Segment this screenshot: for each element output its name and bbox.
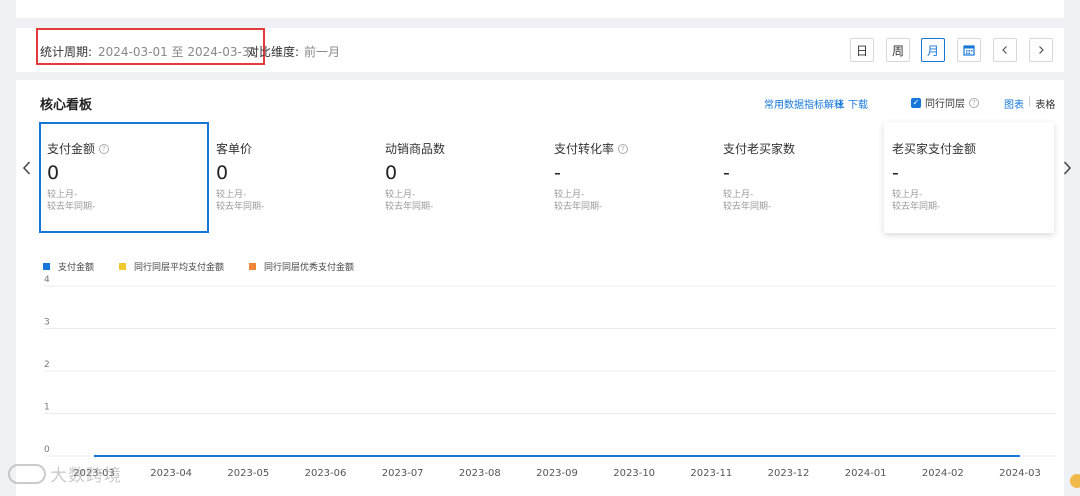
help-icon[interactable]: ?	[618, 143, 629, 154]
chevron-right-icon	[1063, 161, 1072, 175]
top-strip	[16, 0, 1064, 18]
panel-title: 核心看板	[40, 98, 93, 113]
metric-explain-link[interactable]: 常用数据指标解释	[764, 96, 844, 111]
compare-value: 前一月	[304, 45, 341, 59]
card-label: 支付金额 ?	[47, 140, 202, 157]
range-day-button[interactable]: 日	[850, 38, 874, 62]
trend-chart: 0 1 2 3 4 2023-03 2023-04 2023-05 2023-06 2023-07…	[16, 198, 1064, 496]
cards-next-button[interactable]	[1062, 160, 1072, 181]
y-tick-label: 3	[44, 318, 50, 328]
period-value: 2024-03-01 至 2024-03-31	[98, 45, 258, 59]
x-tick-label: 2023-12	[768, 468, 810, 479]
calendar-button[interactable]	[957, 38, 981, 62]
card-label: 支付转化率 ?	[554, 140, 709, 157]
cards-prev-button[interactable]	[22, 160, 32, 181]
view-chart-tab[interactable]: 图表	[1004, 96, 1024, 111]
x-tick-label: 2023-07	[382, 468, 424, 479]
x-tick-label: 2023-11	[690, 468, 732, 479]
period-label: 统计周期:	[40, 45, 93, 59]
card-value: 0	[47, 162, 60, 184]
card-title: 客单价	[216, 142, 253, 156]
x-tick-label: 2023-08	[459, 468, 501, 479]
card-title: 老买家支付金额	[892, 142, 977, 156]
download-icon	[836, 99, 845, 108]
watermark-logo-icon	[8, 463, 46, 484]
card-label: 老买家支付金额	[892, 140, 1047, 157]
chevron-left-icon	[1002, 46, 1007, 54]
chat-bubble-icon[interactable]	[1070, 474, 1080, 488]
help-icon[interactable]: ?	[99, 143, 110, 154]
x-tick-label: 2023-06	[305, 468, 347, 479]
card-label: 客单价	[216, 140, 371, 157]
next-period-button[interactable]	[1029, 38, 1053, 62]
card-value: 0	[216, 162, 229, 184]
view-switch: 图表 | 表格	[1004, 96, 1055, 111]
x-tick-label: 2023-10	[613, 468, 655, 479]
peer-label: 同行同层	[925, 99, 965, 110]
help-icon[interactable]: ?	[969, 97, 979, 108]
x-tick-label: 2024-03	[999, 468, 1041, 479]
prev-period-button[interactable]	[993, 38, 1017, 62]
x-tick-label: 2023-04	[150, 468, 192, 479]
trend-chart-svg: 012342023-03 2023-04 2023-05 2023-06 2023-07…	[44, 275, 1056, 479]
y-tick-label: 1	[44, 403, 50, 413]
x-tick-label: 2024-02	[922, 468, 964, 479]
view-table-tab[interactable]: 表格	[1035, 96, 1055, 111]
download-label: 下载	[848, 100, 868, 111]
y-tick-label: 0	[44, 445, 50, 455]
x-tick-label: 2023-05	[227, 468, 269, 479]
y-tick-label: 2	[44, 360, 50, 370]
range-week-button[interactable]: 周	[886, 38, 910, 62]
card-value: -	[554, 162, 561, 184]
chevron-left-icon	[22, 161, 31, 175]
card-value: -	[723, 162, 730, 184]
view-separator: |	[1028, 96, 1032, 107]
y-tick-label: 4	[44, 275, 50, 285]
card-label: 支付老买家数	[723, 140, 878, 157]
x-tick-label: 2024-01	[845, 468, 887, 479]
card-title: 动销商品数	[385, 142, 446, 156]
peer-toggle[interactable]: ✓ 同行同层 ?	[911, 95, 979, 110]
card-title: 支付转化率	[554, 142, 615, 156]
compare-label: 对比维度:	[247, 45, 300, 59]
checkbox-checked-icon[interactable]: ✓	[911, 97, 921, 108]
watermark: 大数跨境	[8, 461, 122, 486]
chevron-right-icon	[1039, 46, 1044, 54]
calendar-icon	[963, 45, 975, 56]
card-value: 0	[385, 162, 398, 184]
card-label: 动销商品数	[385, 140, 540, 157]
watermark-text: 大数跨境	[50, 466, 122, 486]
card-title: 支付金额	[47, 142, 96, 156]
card-value: -	[892, 162, 899, 184]
download-link[interactable]: 下载	[836, 96, 868, 111]
x-tick-label: 2023-09	[536, 468, 578, 479]
period-bar: 统计周期: 2024-03-01 至 2024-03-31 对比维度: 前一月 …	[16, 28, 1064, 72]
card-title: 支付老买家数	[723, 142, 796, 156]
range-month-button[interactable]: 月	[921, 38, 945, 62]
